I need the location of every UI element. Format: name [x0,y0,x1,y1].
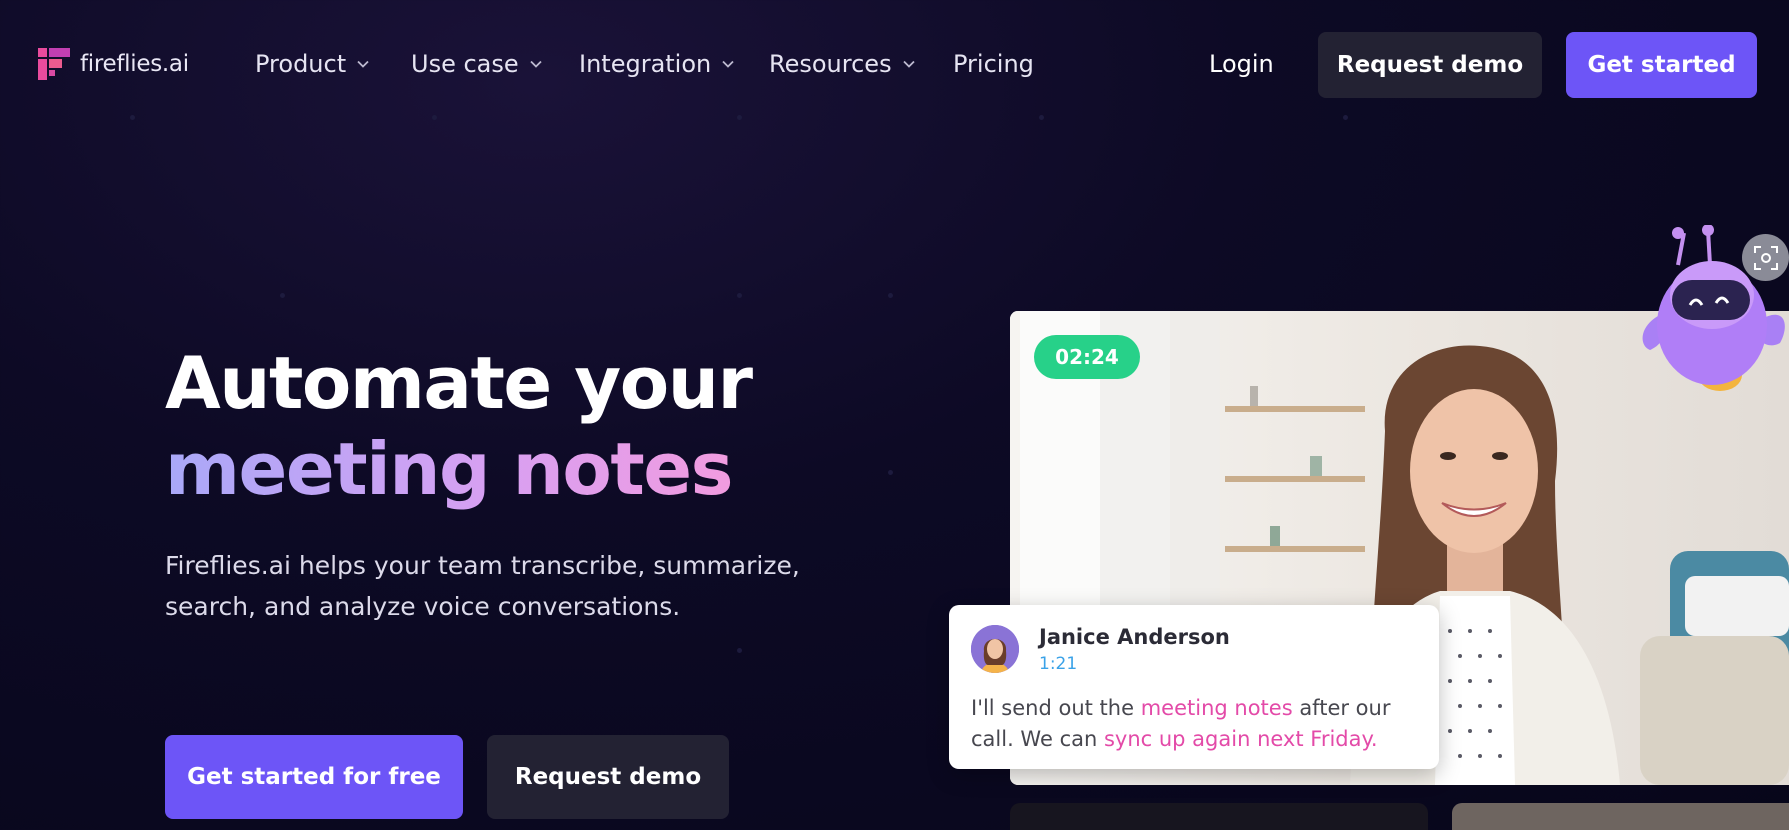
chevron-down-icon [902,60,915,68]
nav-integration-label: Integration [579,50,712,78]
nav-use-case[interactable]: Use case [411,50,543,78]
nav-resources[interactable]: Resources [769,50,916,78]
nav-product-label: Product [255,50,347,78]
nav-pricing[interactable]: Pricing [953,50,1034,78]
login-link[interactable]: Login [1209,50,1274,78]
request-demo-button[interactable]: Request demo [1318,32,1542,98]
nav-use-case-label: Use case [411,50,519,78]
scan-button[interactable] [1742,234,1789,281]
nav-product[interactable]: Product [255,50,370,78]
transcript-card: Janice Anderson 1:21 I'll send out the m… [949,605,1439,769]
highlight-meeting-notes: meeting notes [1140,696,1293,720]
nav-pricing-label: Pricing [953,50,1034,78]
nav-integration[interactable]: Integration [579,50,735,78]
scan-icon [1753,245,1778,270]
avatar [971,625,1019,673]
video-thumbnail[interactable] [1010,803,1428,830]
hero-title-line2: meeting notes [165,426,751,512]
chevron-down-icon [530,60,542,68]
hero-title: Automate your meeting notes [165,340,753,512]
speaker-name: Janice Anderson [1039,625,1230,649]
highlight-sync-up: sync up again next Friday. [1103,727,1378,751]
transcript-text-part: I'll send out the [971,696,1141,720]
chevron-down-icon [357,60,369,68]
video-thumbnail[interactable] [1452,803,1789,830]
hero-subtitle: Fireflies.ai helps your team transcribe,… [165,551,800,621]
nav-resources-label: Resources [769,50,892,78]
hero-title-line1: Automate your [165,341,753,425]
get-started-free-button[interactable]: Get started for free [165,735,463,819]
call-timer-badge: 02:24 [1034,335,1140,379]
transcript-timestamp: 1:21 [1039,654,1078,674]
transcript-text: I'll send out the meeting notes after ou… [971,693,1431,755]
hero-request-demo-button[interactable]: Request demo [487,735,729,819]
get-started-button[interactable]: Get started [1566,32,1757,98]
chevron-down-icon [722,60,734,68]
brand-logo[interactable]: fireflies.ai [38,48,189,80]
top-navigation: fireflies.ai Product Use case Integratio… [0,0,1789,130]
brand-name: fireflies.ai [80,51,189,77]
fireflies-logo-icon [38,48,70,80]
